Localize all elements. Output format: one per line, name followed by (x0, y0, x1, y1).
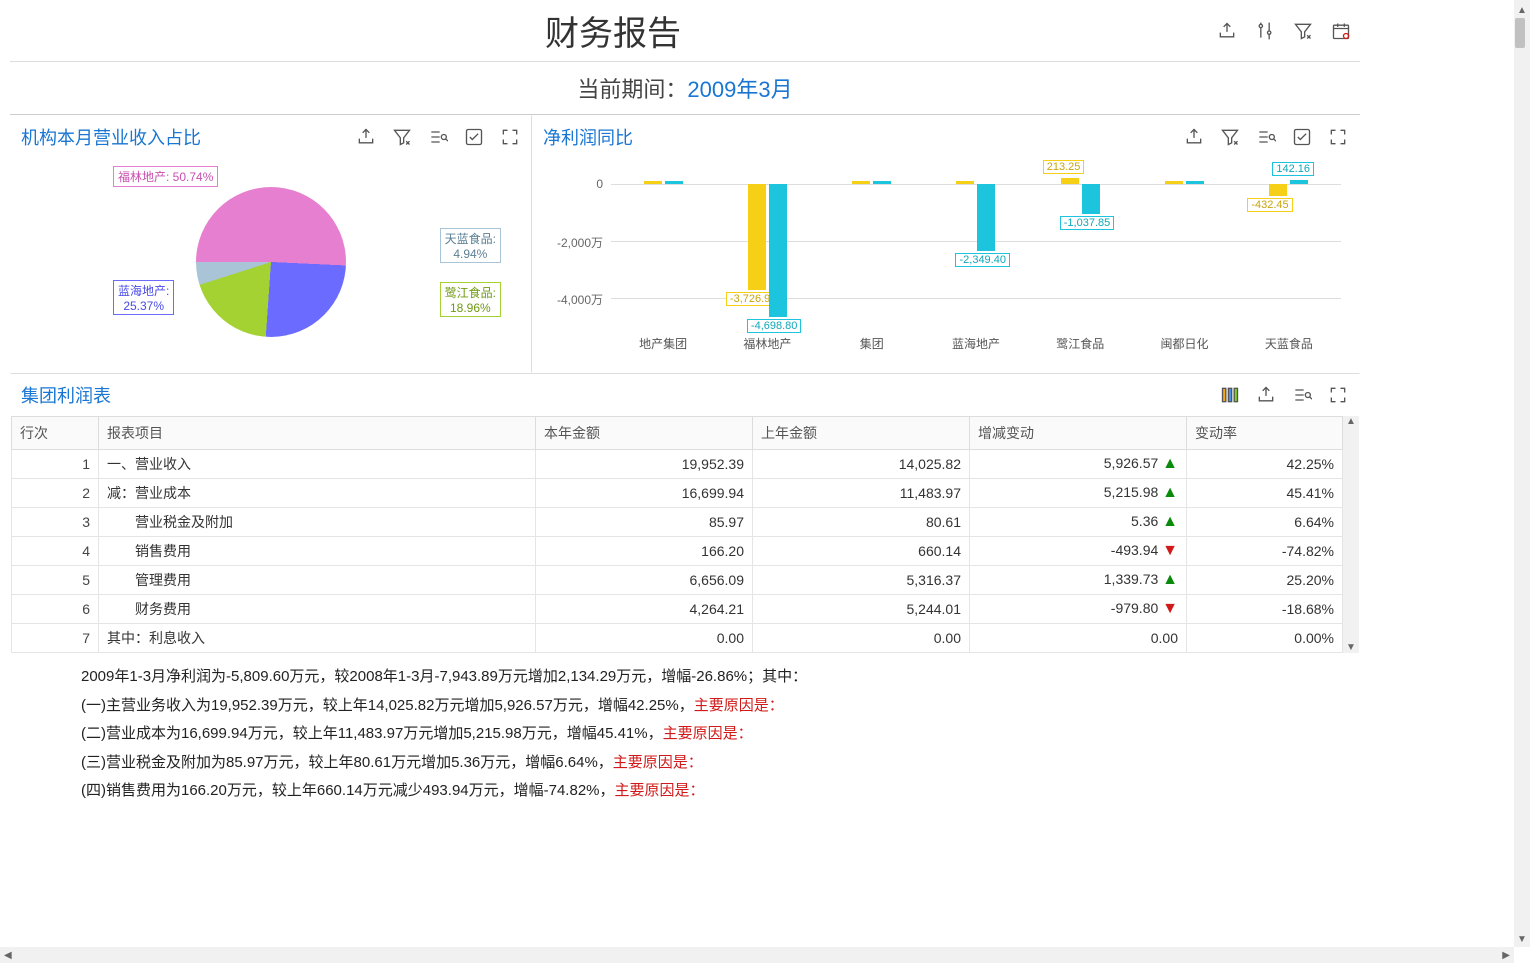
scroll-up-icon[interactable]: ▲ (1515, 3, 1529, 18)
export-icon[interactable] (355, 126, 377, 148)
fullscreen-icon[interactable] (499, 126, 521, 148)
fullscreen-icon[interactable] (1327, 126, 1349, 148)
table-row[interactable]: 6 财务费用4,264.215,244.01-979.80 ▼-18.68% (12, 595, 1343, 624)
table-row[interactable]: 4 销售费用166.20660.14-493.94 ▼-74.82% (12, 537, 1343, 566)
col-item[interactable]: 报表项目 (99, 417, 536, 450)
note-line: 2009年1-3月净利润为-5,809.60万元，较2008年1-3月-7,94… (81, 663, 1289, 692)
note-line: (一)主营业务收入为19,952.39万元，较上年14,025.82万元增加5,… (81, 692, 1289, 721)
period-bar: 当前期间：2009年3月 (10, 62, 1360, 115)
select-icon[interactable] (1291, 126, 1313, 148)
analysis-notes: 2009年1-3月净利润为-5,809.60万元，较2008年1-3月-7,94… (11, 653, 1359, 816)
drill-icon[interactable] (1255, 126, 1277, 148)
page-title: 财务报告 (10, 6, 1216, 55)
note-line: (三)营业税金及附加为85.97万元，较上年80.61万元增加5.36万元，增幅… (81, 749, 1289, 778)
fullscreen-icon[interactable] (1327, 384, 1349, 406)
profit-table: 行次 报表项目 本年金额 上年金额 增减变动 变动率 1一、营业收入19,952… (11, 416, 1343, 653)
col-rownum[interactable]: 行次 (12, 417, 99, 450)
scroll-up-icon[interactable]: ▲ (1346, 416, 1356, 427)
page-vscrollbar[interactable]: ▲ ▼ (1514, 0, 1530, 947)
table-row[interactable]: 2减：营业成本16,699.9411,483.975,215.98 ▲45.41… (12, 479, 1343, 508)
table-row[interactable]: 1一、营业收入19,952.3914,025.825,926.57 ▲42.25… (12, 450, 1343, 479)
pie-chart[interactable]: 福林地产: 50.74% 天蓝食品:4.94% 鹭江食品:18.96% 蓝海地产… (21, 162, 521, 362)
table-row[interactable]: 7其中：利息收入0.000.000.00 0.00% (12, 624, 1343, 653)
pie-label-tianlan: 天蓝食品:4.94% (440, 228, 501, 263)
table-panel-title: 集团利润表 (21, 382, 1219, 408)
filter-clear-icon[interactable] (391, 126, 413, 148)
scroll-right-icon[interactable]: ▶ (1498, 950, 1514, 961)
calendar-refresh-icon[interactable] (1330, 20, 1352, 42)
period-label: 当前期间： (577, 77, 687, 102)
pie-label-lujiang: 鹭江食品:18.96% (440, 282, 501, 317)
note-line: (四)销售费用为166.20万元，较上年660.14万元减少493.94万元，增… (81, 777, 1289, 806)
scroll-thumb[interactable] (1515, 18, 1525, 48)
bar-chart[interactable]: 0-2,000万-4,000万地产集团-3,726.93-4,698.80福林地… (543, 162, 1349, 362)
period-value: 2009年3月 (687, 77, 792, 102)
filter-clear-icon[interactable] (1219, 126, 1241, 148)
export-icon[interactable] (1216, 20, 1238, 42)
page-hscrollbar[interactable]: ◀ ▶ (0, 947, 1514, 963)
note-line: (二)营业成本为16,699.94万元，较上年11,483.97万元增加5,21… (81, 720, 1289, 749)
select-icon[interactable] (463, 126, 485, 148)
bar-panel-title: 净利润同比 (543, 124, 1183, 150)
drill-icon[interactable] (1291, 384, 1313, 406)
settings-sliders-icon[interactable] (1254, 20, 1276, 42)
pie-panel-title: 机构本月营业收入占比 (21, 124, 355, 150)
filter-clear-icon[interactable] (1292, 20, 1314, 42)
col-change[interactable]: 增减变动 (970, 417, 1187, 450)
scroll-left-icon[interactable]: ◀ (0, 950, 16, 961)
columns-icon[interactable] (1219, 384, 1241, 406)
table-row[interactable]: 3 营业税金及附加85.9780.615.36 ▲6.64% (12, 508, 1343, 537)
pie-label-lanhai: 蓝海地产:25.37% (113, 280, 174, 315)
col-current[interactable]: 本年金额 (536, 417, 753, 450)
scroll-down-icon[interactable]: ▼ (1515, 932, 1529, 947)
scroll-down-icon[interactable]: ▼ (1346, 642, 1356, 653)
pie-label-fulin: 福林地产: 50.74% (113, 166, 218, 187)
table-row[interactable]: 5 管理费用6,656.095,316.371,339.73 ▲25.20% (12, 566, 1343, 595)
export-icon[interactable] (1183, 126, 1205, 148)
table-vscrollbar[interactable]: ▲ ▼ (1343, 416, 1359, 653)
col-prev[interactable]: 上年金额 (753, 417, 970, 450)
col-rate[interactable]: 变动率 (1187, 417, 1343, 450)
export-icon[interactable] (1255, 384, 1277, 406)
drill-icon[interactable] (427, 126, 449, 148)
